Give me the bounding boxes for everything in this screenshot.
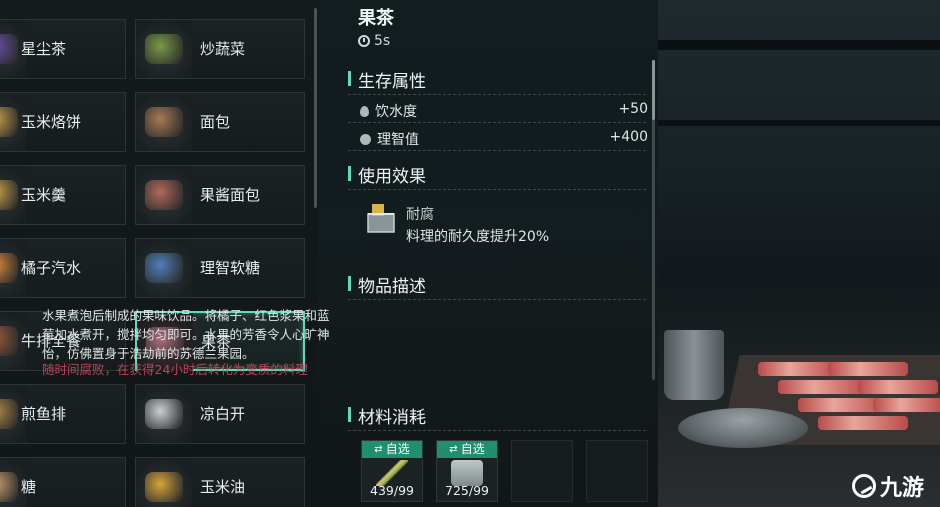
stat-label: 饮水度 bbox=[375, 104, 417, 120]
section-survival-heading: 生存属性 bbox=[348, 67, 426, 92]
recipe-card[interactable]: 玉米烙饼 bbox=[0, 92, 126, 152]
detail-scrollbar-thumb[interactable] bbox=[652, 60, 655, 120]
candy-icon bbox=[145, 253, 183, 283]
item-spoil-warning: 随时间腐败，在获得24小时后转化为变质的料理 bbox=[42, 363, 308, 377]
pancake-icon bbox=[0, 107, 18, 137]
swap-icon: ⇄ bbox=[449, 444, 458, 455]
meat-slice bbox=[778, 380, 868, 394]
stat-value: +400 bbox=[609, 129, 648, 145]
recipe-card[interactable]: 炒蔬菜 bbox=[135, 19, 305, 79]
recipe-name: 果酱面包 bbox=[200, 186, 261, 204]
recipe-card[interactable]: 星尘茶 bbox=[0, 19, 126, 79]
recipe-detail-panel: 果茶 5s 生存属性 饮水度 +50 理智值 +400 使用效果 耐腐 料理的耐… bbox=[318, 0, 658, 507]
soda-icon bbox=[0, 253, 18, 283]
auto-select-tag[interactable]: ⇄ 自选 bbox=[362, 441, 422, 458]
bread-icon bbox=[145, 107, 183, 137]
recipe-list-scrollbar[interactable] bbox=[314, 8, 317, 208]
section-materials-heading: 材料消耗 bbox=[348, 403, 426, 428]
stat-row-water: 饮水度 +50 bbox=[360, 101, 648, 121]
recipe-name: 凉白开 bbox=[200, 405, 246, 423]
recipe-card[interactable]: 橘子汽水 bbox=[0, 238, 126, 298]
auto-select-label: 自选 bbox=[385, 442, 410, 456]
material-slot[interactable]: ⇄ 自选 725/99 bbox=[436, 440, 498, 502]
cup-icon bbox=[0, 34, 18, 64]
auto-select-label: 自选 bbox=[460, 442, 485, 456]
stat-label: 理智值 bbox=[377, 132, 419, 148]
recipe-thumbnail bbox=[136, 458, 192, 507]
ceiling-beam bbox=[658, 120, 940, 126]
recipe-thumbnail bbox=[136, 239, 192, 297]
recipe-name: 星尘茶 bbox=[21, 40, 67, 58]
recipe-name: 煎鱼排 bbox=[21, 405, 67, 423]
recipe-name: 橘子汽水 bbox=[21, 259, 82, 277]
watermark-logo: 九游 bbox=[852, 470, 924, 502]
meat-slice bbox=[828, 362, 908, 376]
jiuyou-logo-icon bbox=[852, 474, 876, 498]
recipe-thumbnail bbox=[136, 385, 192, 443]
soup-icon bbox=[0, 180, 18, 210]
sugar-icon bbox=[0, 472, 18, 502]
divider bbox=[348, 150, 646, 151]
fish-icon bbox=[0, 399, 18, 429]
material-slot[interactable]: ⇄ 自选 439/99 bbox=[361, 440, 423, 502]
recipe-card[interactable]: 玉米羹 bbox=[0, 165, 126, 225]
recipe-thumbnail bbox=[136, 166, 192, 224]
recipe-card[interactable]: 果酱面包 bbox=[135, 165, 305, 225]
effect-title: 耐腐 bbox=[406, 207, 434, 223]
divider bbox=[348, 299, 646, 300]
watermark-text: 九游 bbox=[880, 476, 925, 501]
water-mug-icon bbox=[145, 399, 183, 429]
divider bbox=[348, 94, 646, 95]
water-drop-icon bbox=[360, 105, 369, 117]
recipe-name: 炒蔬菜 bbox=[200, 40, 246, 58]
kitchen-scene bbox=[658, 0, 940, 507]
material-slot-empty[interactable] bbox=[586, 440, 648, 502]
timer-icon bbox=[358, 35, 370, 47]
divider bbox=[348, 189, 646, 190]
auto-select-tag[interactable]: ⇄ 自选 bbox=[437, 441, 497, 458]
material-slot-empty[interactable] bbox=[511, 440, 573, 502]
recipe-card[interactable]: 凉白开 bbox=[135, 384, 305, 444]
oil-bottle-icon bbox=[145, 472, 183, 502]
recipe-thumbnail bbox=[136, 20, 192, 78]
meat-slice bbox=[873, 398, 940, 412]
recipe-card[interactable]: 理智软糖 bbox=[135, 238, 305, 298]
item-title: 果茶 bbox=[358, 8, 394, 29]
swap-icon: ⇄ bbox=[374, 444, 383, 455]
cook-time: 5s bbox=[358, 33, 390, 49]
cook-time-value: 5s bbox=[374, 33, 391, 49]
vegetable-bowl-icon bbox=[145, 34, 183, 64]
meat-slice bbox=[858, 380, 938, 394]
stat-value: +50 bbox=[618, 101, 648, 117]
recipe-card[interactable]: 玉米油 bbox=[135, 457, 305, 507]
recipe-thumbnail bbox=[136, 93, 192, 151]
material-count: 439/99 bbox=[370, 483, 414, 498]
effect-description: 料理的耐久度提升20% bbox=[406, 229, 550, 245]
jam-bread-icon bbox=[145, 180, 183, 210]
preserve-box-icon bbox=[367, 204, 395, 233]
recipe-card[interactable]: 面包 bbox=[135, 92, 305, 152]
steak-icon bbox=[0, 326, 18, 356]
cooking-pot bbox=[664, 330, 724, 400]
metal-basin bbox=[678, 408, 808, 448]
section-description-heading: 物品描述 bbox=[348, 272, 426, 297]
recipe-name: 糖 bbox=[21, 478, 37, 496]
recipe-name: 玉米羹 bbox=[21, 186, 67, 204]
recipe-card[interactable]: 糖 bbox=[0, 457, 126, 507]
recipe-name: 玉米烙饼 bbox=[21, 113, 82, 131]
recipe-name: 理智软糖 bbox=[200, 259, 261, 277]
stat-row-sanity: 理智值 +400 bbox=[360, 129, 648, 149]
section-effect-heading: 使用效果 bbox=[348, 162, 426, 187]
recipe-name: 面包 bbox=[200, 113, 231, 131]
material-count: 725/99 bbox=[445, 483, 489, 498]
meat-slice bbox=[818, 416, 908, 430]
meat-slice bbox=[758, 362, 838, 376]
divider bbox=[348, 430, 646, 431]
recipe-card[interactable]: 煎鱼排 bbox=[0, 384, 126, 444]
brain-icon bbox=[360, 133, 371, 145]
divider bbox=[348, 122, 646, 123]
recipe-name: 玉米油 bbox=[200, 478, 246, 496]
item-description: 水果煮泡后制成的果味饮品。将橘子、红色浆果和蓝莓加水煮开，搅拌均匀即可。水果的芳… bbox=[42, 308, 330, 361]
ceiling-beam bbox=[658, 40, 940, 50]
